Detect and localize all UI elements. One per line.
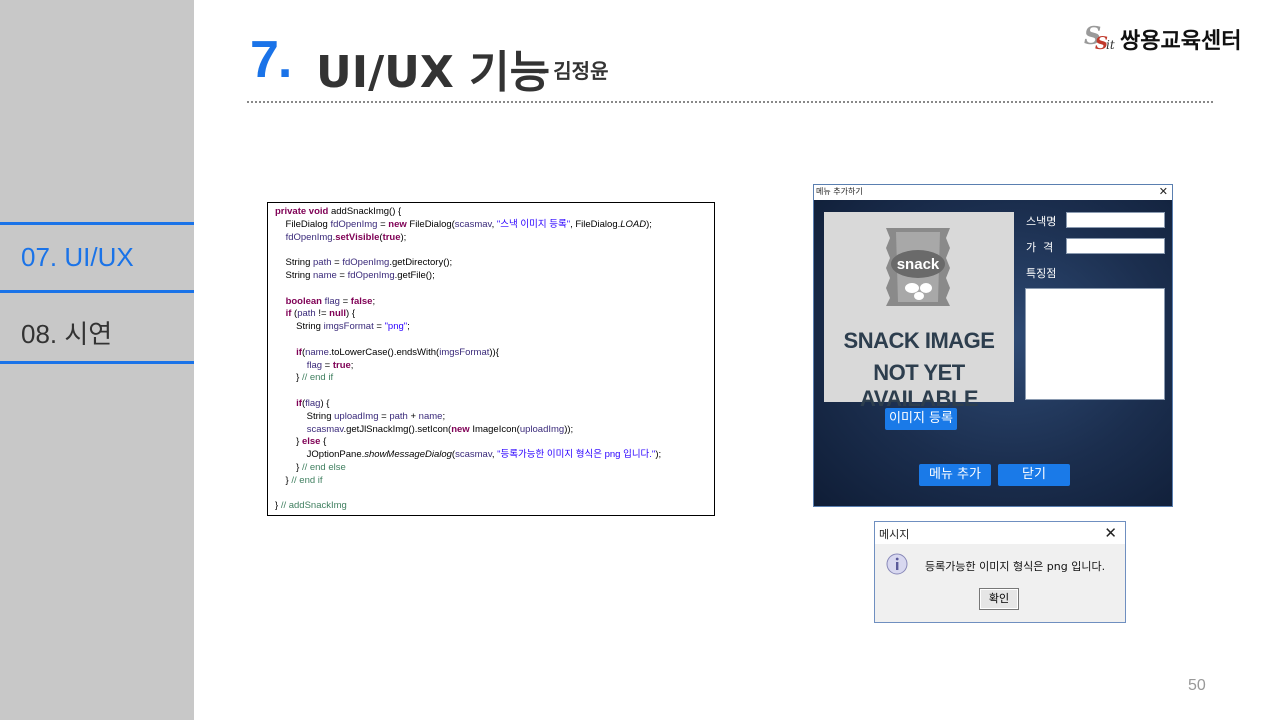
dialog-title: 메시지	[879, 528, 910, 541]
sidebar-item-demo[interactable]: 08. 시연	[21, 314, 112, 351]
register-image-button[interactable]: 이미지 등록	[885, 408, 957, 430]
code-line: String path = fdOpenImg.getDirectory();	[275, 257, 453, 269]
close-icon[interactable]: ✕	[1104, 524, 1117, 542]
code-line: } // addSnackImg	[275, 500, 347, 512]
code-line: private void addSnackImg() {	[275, 206, 402, 217]
code-snippet: private void addSnackImg() { FileDialog …	[267, 202, 715, 516]
code-line: } // end else	[275, 461, 346, 473]
code-line: if (path != null) {	[285, 308, 356, 320]
code-line: scasmav.getJlSnackImg().setIcon(new Imag…	[306, 423, 574, 435]
close-icon[interactable]: ✕	[1159, 185, 1168, 198]
code-text: private void addSnackImg() { FileDialog …	[275, 206, 661, 513]
window-body: snack SNACK IMAGE NOT YET AVAILABLE 스낵명 …	[814, 200, 1172, 506]
feature-textarea[interactable]	[1025, 288, 1165, 400]
page-number: 50	[1188, 677, 1206, 694]
window-titlebar: 메뉴 추가하기 ✕	[814, 185, 1172, 200]
snack-logo-text: snack	[896, 256, 940, 273]
close-button[interactable]: 닫기	[998, 464, 1070, 486]
ok-button[interactable]: 확인	[979, 588, 1019, 610]
price-label: 가 격	[1026, 241, 1054, 254]
code-line: flag = true;	[306, 359, 354, 371]
placeholder-line1: SNACK IMAGE	[843, 328, 995, 353]
code-line: FileDialog fdOpenImg = new FileDialog(sc…	[275, 218, 652, 230]
code-line: boolean flag = false;	[285, 295, 376, 307]
code-line: if(flag) {	[296, 397, 330, 409]
dialog-message: 등록가능한 이미지 형식은 png 입니다.	[925, 560, 1106, 573]
code-line: JOptionPane.showMessageDialog(scasmav, "…	[275, 449, 662, 461]
placeholder-line2: NOT YET AVAILABLE	[859, 360, 979, 411]
menu-add-window: 메뉴 추가하기 ✕ snack SNACK IMAGE NOT YET AVAI…	[813, 184, 1173, 507]
page-subtitle: - 김정윤	[538, 59, 609, 83]
snack-name-input[interactable]	[1066, 212, 1165, 228]
logo-mark-icon: S S it	[1084, 22, 1115, 52]
message-dialog: 메시지 ✕ 등록가능한 이미지 형식은 png 입니다. 확인	[874, 521, 1126, 623]
window-title: 메뉴 추가하기	[816, 187, 863, 196]
svg-text:it: it	[1106, 38, 1115, 52]
snack-image-placeholder: snack SNACK IMAGE NOT YET AVAILABLE	[824, 212, 1014, 411]
sidebar-divider	[0, 290, 194, 293]
header-divider	[247, 101, 1213, 103]
code-line: } // end if	[275, 372, 334, 384]
dialog-titlebar: 메시지 ✕	[875, 522, 1125, 544]
company-logo: S S it 쌍용교육센터	[1084, 22, 1262, 54]
price-input[interactable]	[1066, 238, 1165, 254]
code-line: String imgsFormat = "png";	[275, 321, 410, 333]
code-line: String uploadImg = path + name;	[275, 410, 446, 422]
logo-text: 쌍용교육센터	[1120, 29, 1242, 54]
sidebar-divider	[0, 222, 194, 225]
sidebar	[0, 0, 194, 720]
snack-name-label: 스낵명	[1026, 215, 1057, 228]
sidebar-divider	[0, 361, 194, 364]
code-line: if(name.toLowerCase().endsWith(imgsForma…	[296, 346, 499, 358]
section-number: 7.	[250, 31, 292, 89]
info-icon	[886, 553, 908, 575]
sidebar-item-uiux[interactable]: 07. UI/UX	[21, 242, 134, 273]
code-line: } // end if	[275, 474, 323, 486]
code-line: fdOpenImg.setVisible(true);	[285, 231, 407, 243]
page-title: UI/UX 기능	[316, 47, 551, 98]
code-line: } else {	[275, 436, 327, 448]
add-menu-button[interactable]: 메뉴 추가	[919, 464, 991, 486]
feature-label: 특징점	[1026, 267, 1057, 280]
code-line: String name = fdOpenImg.getFile();	[275, 269, 435, 281]
